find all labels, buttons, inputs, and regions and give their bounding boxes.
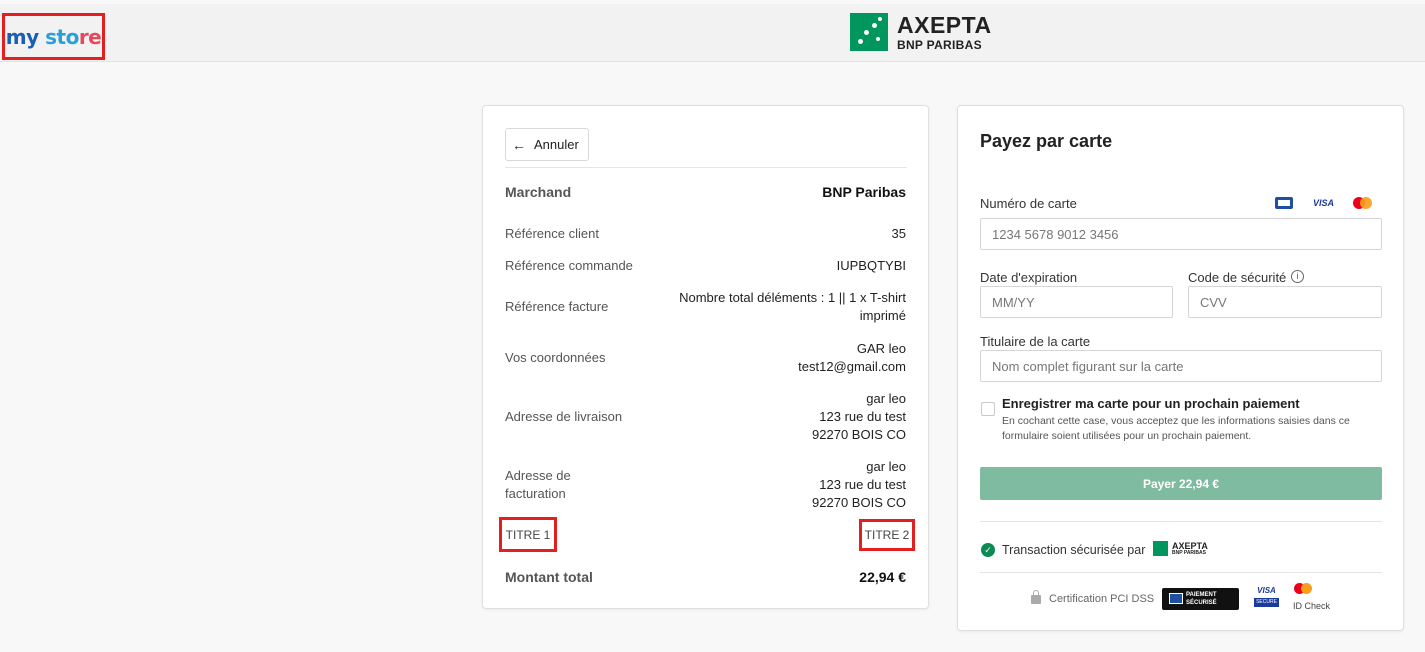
expiry-label: Date d'expiration — [980, 270, 1078, 285]
cvv-label: Code de sécurité — [1188, 270, 1287, 285]
merchant-value: BNP Paribas — [822, 184, 906, 200]
payment-card: Payez par carte Numéro de carte VISA Dat… — [957, 105, 1404, 631]
holder-input[interactable] — [980, 350, 1382, 382]
holder-label: Titulaire de la carte — [980, 334, 1091, 349]
brand-title: AXEPTA — [897, 11, 992, 38]
save-card-title: Enregistrer ma carte pour un prochain pa… — [1002, 396, 1300, 411]
total-value: 22,94 € — [859, 569, 906, 585]
total-label: Montant total — [505, 569, 593, 585]
visa-secure-icon: VISA SECURE — [1254, 586, 1279, 610]
info-icon[interactable]: i — [1291, 270, 1304, 283]
cancel-label: Annuler — [534, 137, 579, 152]
card-number-label: Numéro de carte — [980, 196, 1077, 211]
visa-card-icon: VISA — [1313, 198, 1335, 208]
expiry-input[interactable] — [980, 286, 1173, 318]
client-ref-value: 35 — [891, 226, 906, 241]
divider — [980, 572, 1382, 573]
lock-icon — [1031, 590, 1041, 604]
top-bar: my store AXEPTA BNP PARIBAS — [0, 4, 1425, 62]
pci-dss-text: Certification PCI DSS — [1049, 593, 1155, 605]
check-circle-icon: ✓ — [981, 543, 995, 557]
paiement-securise-badge: PAIEMENT SÉCURISÉ — [1162, 588, 1239, 610]
order-ref-label: Référence commande — [505, 258, 633, 273]
contact-value: GAR leo test12@gmail.com — [798, 341, 906, 374]
bnp-stars-icon — [1153, 541, 1168, 556]
contact-label: Vos coordonnées — [505, 350, 606, 365]
save-card-description: En cochant cette case, vous acceptez que… — [1002, 415, 1350, 442]
cancel-button[interactable]: ← Annuler — [505, 128, 589, 161]
divider — [505, 167, 907, 168]
order-ref-value: IUPBQTYBI — [836, 258, 906, 273]
axepta-brand: AXEPTA BNP PARIBAS — [850, 13, 992, 51]
mini-brand-subtitle: BNP PARIBAS — [1172, 549, 1206, 556]
client-ref-label: Référence client — [505, 226, 599, 241]
shipping-label: Adresse de livraison — [505, 409, 623, 424]
store-logo-text: my store — [5, 24, 102, 49]
merchant-label: Marchand — [505, 184, 572, 200]
order-summary-card: ← Annuler Marchand BNP Paribas Référence… — [482, 105, 929, 609]
billing-label: Adresse de facturation — [505, 468, 571, 501]
cvv-input[interactable] — [1188, 286, 1382, 318]
title-1-label: TITRE 1 — [499, 517, 557, 552]
arrow-left-icon: ← — [512, 136, 526, 153]
title-2-value: TITRE 2 — [859, 519, 915, 551]
cb-card-icon — [1275, 197, 1293, 209]
payment-title: Payez par carte — [980, 131, 1113, 151]
shipping-value: gar leo 123 rue du test 92270 BOIS CO — [812, 391, 906, 442]
axepta-mini-logo: AXEPTA BNP PARIBAS — [1153, 541, 1208, 556]
invoice-ref-label: Référence facture — [505, 299, 609, 314]
mastercard-icon — [1353, 197, 1373, 209]
brand-subtitle: BNP PARIBAS — [897, 37, 982, 52]
save-card-checkbox[interactable] — [981, 402, 995, 416]
card-number-input[interactable] — [980, 218, 1382, 250]
divider — [980, 521, 1382, 522]
bnp-stars-icon — [850, 13, 888, 51]
mastercard-id-check-icon: ID Check — [1293, 583, 1333, 611]
secured-text: Transaction sécurisée par — [1002, 543, 1146, 557]
pay-button[interactable]: Payer 22,94 € — [980, 467, 1382, 500]
store-logo[interactable]: my store — [2, 13, 105, 60]
invoice-ref-value: Nombre total déléments : 1 || 1 x T-shir… — [679, 290, 906, 323]
billing-value: gar leo 123 rue du test 92270 BOIS CO — [812, 459, 906, 510]
